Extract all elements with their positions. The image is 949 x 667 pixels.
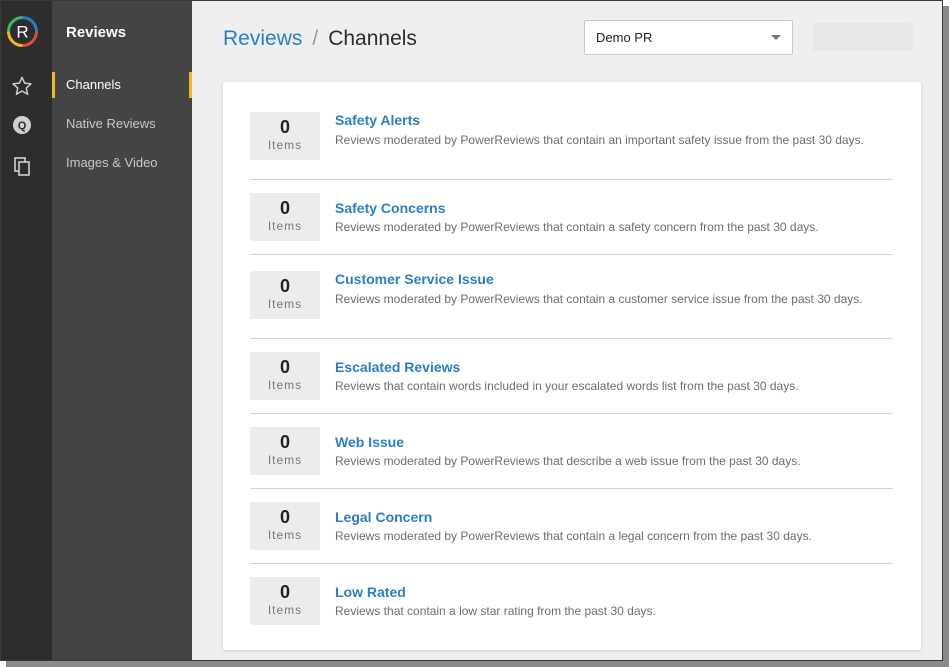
- star-icon[interactable]: [9, 73, 35, 99]
- count-box: 0 Items: [250, 352, 320, 400]
- channels-card: 0 Items Safety Alerts Reviews moderated …: [223, 82, 921, 650]
- icon-rail: R Q: [1, 1, 52, 660]
- channel-description: Reviews moderated by PowerReviews that c…: [335, 292, 863, 306]
- item-count-label: Items: [267, 603, 303, 617]
- item-count: 0: [279, 507, 290, 527]
- channel-row[interactable]: 0 Items Legal Concern Reviews moderated …: [250, 489, 893, 564]
- channel-title[interactable]: Escalated Reviews: [335, 359, 460, 375]
- account-select[interactable]: Demo PR: [584, 20, 793, 55]
- channel-row[interactable]: 0 Items Safety Concerns Reviews moderate…: [250, 180, 893, 255]
- app-window: R Q Reviews Channels Native Reviews Imag…: [0, 0, 943, 661]
- item-count-label: Items: [267, 138, 303, 152]
- count-box: 0 Items: [250, 193, 320, 241]
- channel-description: Reviews moderated by PowerReviews that c…: [335, 133, 864, 147]
- breadcrumb: Reviews / Channels: [223, 27, 417, 51]
- images-icon[interactable]: [9, 153, 35, 179]
- channel-row[interactable]: 0 Items Customer Service Issue Reviews m…: [250, 255, 893, 339]
- item-count: 0: [279, 432, 290, 452]
- channel-title[interactable]: Low Rated: [335, 584, 406, 600]
- window-shadow: [943, 6, 949, 667]
- breadcrumb-reviews-link[interactable]: Reviews: [223, 27, 302, 50]
- channel-row[interactable]: 0 Items Safety Alerts Reviews moderated …: [250, 104, 893, 180]
- count-box: 0 Items: [250, 577, 320, 625]
- window-shadow: [6, 661, 949, 667]
- nav-section-title: Reviews: [66, 24, 127, 41]
- header-action-placeholder: [813, 23, 913, 51]
- channel-title[interactable]: Legal Concern: [335, 509, 432, 525]
- item-count-label: Items: [267, 453, 303, 467]
- page-title: Channels: [328, 27, 417, 50]
- powerreviews-logo-icon[interactable]: R: [6, 15, 39, 48]
- item-count: 0: [279, 117, 290, 137]
- channel-description: Reviews that contain words included in y…: [335, 379, 799, 393]
- breadcrumb-separator: /: [312, 27, 319, 50]
- channel-title[interactable]: Safety Concerns: [335, 200, 445, 216]
- item-count: 0: [279, 582, 290, 602]
- nav-item-channels[interactable]: Channels: [52, 72, 192, 98]
- logo-letter: R: [16, 23, 28, 42]
- item-count: 0: [279, 357, 290, 377]
- q-letter: Q: [18, 120, 27, 132]
- channel-row[interactable]: 0 Items Escalated Reviews Reviews that c…: [250, 339, 893, 414]
- channel-title[interactable]: Customer Service Issue: [335, 271, 494, 287]
- item-count-label: Items: [267, 378, 303, 392]
- q-icon[interactable]: Q: [9, 112, 35, 138]
- channel-description: Reviews moderated by PowerReviews that c…: [335, 220, 819, 234]
- count-box: 0 Items: [250, 112, 320, 160]
- count-box: 0 Items: [250, 271, 320, 319]
- channel-row[interactable]: 0 Items Web Issue Reviews moderated by P…: [250, 414, 893, 489]
- channel-description: Reviews moderated by PowerReviews that c…: [335, 529, 812, 543]
- item-count-label: Items: [267, 297, 303, 311]
- count-box: 0 Items: [250, 427, 320, 475]
- channel-title[interactable]: Safety Alerts: [335, 112, 420, 128]
- channel-title[interactable]: Web Issue: [335, 434, 404, 450]
- account-select-value: Demo PR: [596, 30, 653, 45]
- nav-item-images-video[interactable]: Images & Video: [52, 150, 192, 176]
- count-box: 0 Items: [250, 502, 320, 550]
- channel-row[interactable]: 0 Items Low Rated Reviews that contain a…: [250, 564, 893, 639]
- channel-description: Reviews that contain a low star rating f…: [335, 604, 656, 618]
- nav-item-native-reviews[interactable]: Native Reviews: [52, 111, 192, 137]
- section-nav: Reviews Channels Native Reviews Images &…: [52, 1, 192, 660]
- item-count: 0: [279, 276, 290, 296]
- item-count-label: Items: [267, 219, 303, 233]
- item-count: 0: [279, 198, 290, 218]
- chevron-down-icon: [771, 35, 781, 40]
- channel-description: Reviews moderated by PowerReviews that d…: [335, 454, 801, 468]
- item-count-label: Items: [267, 528, 303, 542]
